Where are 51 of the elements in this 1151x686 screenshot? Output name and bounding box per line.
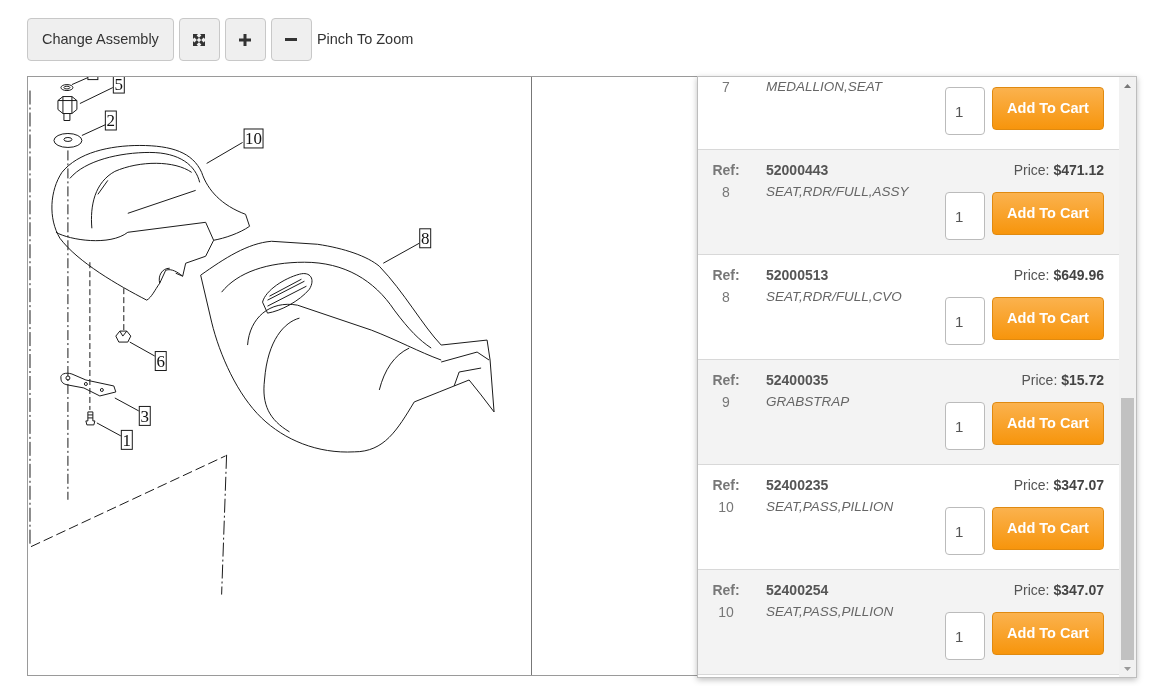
ref-label: Ref:	[712, 477, 740, 493]
ref-number: 10	[718, 499, 734, 515]
ref-label: Ref:	[712, 162, 740, 178]
quantity-field[interactable]: 1	[945, 87, 985, 135]
price-text: Price: $471.12	[1013, 161, 1104, 180]
fit-view-button[interactable]	[178, 18, 220, 61]
part-number: 52400035	[766, 371, 829, 390]
plus-icon	[239, 33, 252, 46]
part-description: SEAT,RDR/FULL,ASSY	[766, 183, 909, 201]
ref-number: 7	[722, 79, 730, 95]
scroll-up-icon[interactable]	[1124, 83, 1131, 88]
quantity-field[interactable]: 1	[945, 612, 985, 660]
part-description: SEAT,RDR/FULL,CVO	[766, 288, 902, 306]
ref-number: 8	[722, 184, 730, 200]
part-number: 52400235	[766, 476, 829, 495]
scrollbar[interactable]	[1119, 77, 1136, 677]
callout-number: 10	[245, 129, 263, 149]
price-text: Price: $649.96	[1013, 266, 1104, 285]
scroll-down-icon[interactable]	[1124, 666, 1131, 671]
price-text: Price: $347.07	[1013, 476, 1104, 495]
quantity-field[interactable]: 1	[945, 402, 985, 450]
callout-number: 3	[140, 406, 149, 426]
callout-number: 8	[420, 229, 430, 249]
quantity-field[interactable]: 1	[945, 507, 985, 555]
change-assembly-button[interactable]: Change Assembly	[27, 18, 174, 61]
ref-number: 9	[722, 394, 730, 410]
minus-icon	[285, 38, 298, 41]
callout-number: 5	[114, 77, 124, 94]
part-description: GRABSTRAP	[766, 393, 850, 411]
part-number: 52000513	[766, 266, 829, 285]
price-text: Price: $15.72	[1021, 371, 1104, 390]
pinch-to-zoom-hint: Pinch To Zoom	[316, 29, 414, 49]
callout-number: 2	[106, 111, 116, 131]
expand-icon	[193, 33, 206, 46]
ref-label: Ref:	[712, 267, 740, 283]
part-number: 52000443	[766, 161, 829, 180]
callout-number: 6	[156, 352, 165, 371]
part-description: SEAT,PASS,PILLION	[766, 498, 894, 516]
part-description: MEDALLION,SEAT	[766, 78, 883, 96]
part-number: 52400254	[766, 581, 829, 600]
ref-label: Ref:	[712, 582, 740, 598]
zoom-in-button[interactable]	[224, 18, 266, 61]
price-text: Price: $347.07	[1013, 581, 1104, 600]
quantity-field[interactable]: 1	[945, 297, 985, 345]
ref-number: 8	[722, 289, 730, 305]
quantity-field[interactable]: 1	[945, 192, 985, 240]
part-description: SEAT,PASS,PILLION	[766, 603, 894, 621]
callout-number: 1	[122, 430, 132, 450]
ref-number: 10	[718, 604, 734, 620]
ref-label: Ref:	[712, 372, 740, 388]
scrollbar-thumb[interactable]	[1121, 398, 1134, 660]
